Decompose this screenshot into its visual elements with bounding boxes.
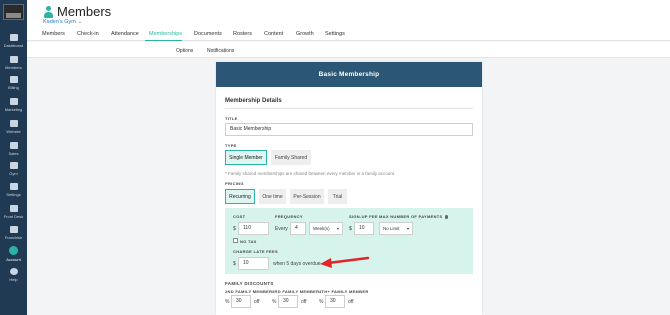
members-icon xyxy=(43,6,54,18)
page-title: Members xyxy=(57,4,112,19)
discount-4th-label: 4TH+ FAMILY MEMBER xyxy=(319,289,369,294)
subtab-options[interactable]: Options xyxy=(176,48,193,54)
type-note: * Family shared memberships are shared b… xyxy=(225,171,396,176)
sidebar-item-dashboard[interactable]: Dashboard xyxy=(0,34,27,48)
type-family-shared-button[interactable]: Family Shared xyxy=(271,150,311,165)
frequency-unit-select[interactable]: Week(s) ▾ xyxy=(309,222,343,235)
sidebar-item-settings[interactable]: Settings xyxy=(0,183,27,197)
cost-input[interactable]: 110 xyxy=(238,222,269,235)
discount-3rd-label: 3RD FAMILY MEMBER xyxy=(272,289,320,294)
signup-currency: $ xyxy=(349,226,352,232)
title-label: TITLE xyxy=(225,116,238,121)
frequency-unit-value: Week(s) xyxy=(313,226,330,231)
card-header: Basic Membership xyxy=(216,62,482,87)
discount-3rd-prefix: % xyxy=(272,299,277,305)
sidebar-item-front-desk[interactable]: Front Desk xyxy=(0,205,27,219)
caret-down-icon: ▾ xyxy=(336,226,339,231)
tab-memberships[interactable]: Memberships xyxy=(149,31,182,37)
front-desk-icon xyxy=(9,205,18,212)
sidebar-item-help[interactable]: Help xyxy=(0,268,27,282)
settings-icon xyxy=(9,183,18,190)
divider xyxy=(225,108,473,109)
gym-icon xyxy=(9,162,18,169)
tab-documents[interactable]: Documents xyxy=(194,31,222,37)
discount-2nd-prefix: % xyxy=(225,299,230,305)
sales-icon xyxy=(9,142,18,149)
annotation-arrow-icon xyxy=(320,256,370,268)
late-fee-currency: $ xyxy=(233,261,236,267)
family-discounts-label: FAMILY DISCOUNTS xyxy=(225,281,274,286)
main-tabs: Members Check-in Attendance Memberships … xyxy=(27,28,670,41)
tab-check-in[interactable]: Check-in xyxy=(77,31,99,37)
frequency-prefix: Every xyxy=(275,226,288,232)
discount-2nd-input[interactable]: 30 xyxy=(231,295,251,308)
pricing-per-session-button[interactable]: Per-Session xyxy=(290,189,324,204)
signup-fee-input[interactable]: 10 xyxy=(354,222,374,235)
sidebar-item-sales[interactable]: Sales xyxy=(0,142,27,156)
sidebar-item-franchise[interactable]: Franchise xyxy=(0,226,27,240)
title-input[interactable]: Basic Membership xyxy=(225,123,473,136)
chevron-down-icon: ⌄ xyxy=(77,19,83,25)
type-label: TYPE xyxy=(225,143,237,148)
frequency-label: FREQUENCY xyxy=(275,214,303,219)
dashboard-icon xyxy=(9,34,18,41)
sidebar-item-gym[interactable]: Gym xyxy=(0,162,27,176)
tab-rosters[interactable]: Rosters xyxy=(233,31,252,37)
discount-4th-input[interactable]: 30 xyxy=(325,295,345,308)
account-icon xyxy=(9,246,18,255)
franchise-icon xyxy=(9,226,18,233)
discount-2nd-suffix: off xyxy=(254,299,260,305)
pricing-one-time-button[interactable]: One time xyxy=(259,189,286,204)
pricing-recurring-button[interactable]: Recurring xyxy=(225,189,255,204)
sidebar-item-website[interactable]: Website xyxy=(0,120,27,134)
no-tax-checkbox[interactable] xyxy=(233,238,238,243)
pricing-label: PRICING xyxy=(225,181,244,186)
active-tab-indicator xyxy=(145,40,182,41)
discount-2nd-label: 2ND FAMILY MEMBER xyxy=(225,289,273,294)
marketing-icon xyxy=(9,98,18,105)
cost-label: COST xyxy=(233,214,246,219)
cost-currency: $ xyxy=(233,226,236,232)
discount-4th-suffix: off xyxy=(348,299,354,305)
info-icon[interactable] xyxy=(444,215,448,219)
sidebar-item-members[interactable]: Members xyxy=(0,56,27,70)
sidebar-item-marketing[interactable]: Marketing xyxy=(0,98,27,112)
discount-3rd-suffix: off xyxy=(301,299,307,305)
sidebar-item-billing[interactable]: Billing xyxy=(0,76,27,90)
late-fee-input[interactable]: 10 xyxy=(238,257,269,270)
sidebar: Dashboard Members Billing Marketing Webs… xyxy=(0,0,27,315)
help-icon xyxy=(9,268,18,275)
billing-icon xyxy=(9,76,18,83)
max-payments-value: No Limit xyxy=(383,226,400,231)
signup-fee-label: SIGN-UP FEE xyxy=(349,214,378,219)
tab-settings[interactable]: Settings xyxy=(325,31,345,37)
no-tax-label: NO TAX xyxy=(240,239,257,244)
membership-card: Basic Membership Membership Details TITL… xyxy=(216,62,482,315)
sub-tabs: Options Notifications xyxy=(27,42,670,58)
frequency-input[interactable]: 4 xyxy=(290,222,306,235)
max-payments-label: MAX NUMBER OF PAYMENTS xyxy=(379,214,448,219)
tab-attendance[interactable]: Attendance xyxy=(111,31,139,37)
sidebar-item-account[interactable]: Account xyxy=(0,246,27,262)
late-fee-label: CHARGE LATE FEES xyxy=(233,249,278,254)
caret-down-icon: ▾ xyxy=(406,226,409,231)
type-single-member-button[interactable]: Single Member xyxy=(225,150,267,165)
gym-selector[interactable]: Kaden's Gym ⌄ xyxy=(43,19,82,25)
subtab-notifications[interactable]: Notifications xyxy=(207,48,234,54)
max-payments-select[interactable]: No Limit ▾ xyxy=(379,222,413,235)
discount-4th-prefix: % xyxy=(319,299,324,305)
website-icon xyxy=(9,120,18,127)
tab-content[interactable]: Content xyxy=(264,31,283,37)
gym-name: Kaden's Gym xyxy=(43,19,76,25)
section-title: Membership Details xyxy=(225,98,282,104)
tab-growth[interactable]: Growth xyxy=(296,31,314,37)
discount-3rd-input[interactable]: 30 xyxy=(278,295,298,308)
pricing-trial-button[interactable]: Trial xyxy=(328,189,347,204)
late-fee-suffix: when 5 days overdue xyxy=(273,261,321,267)
gym-logo[interactable] xyxy=(3,4,24,20)
members-icon xyxy=(9,56,18,63)
tab-members[interactable]: Members xyxy=(42,31,65,37)
